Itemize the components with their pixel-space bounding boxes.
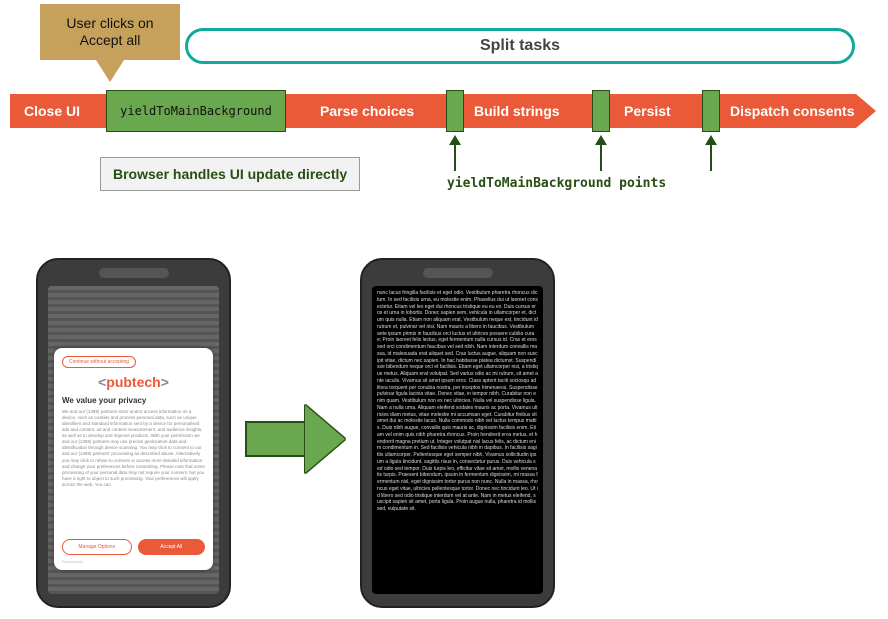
arrow-up-1-icon [454, 135, 456, 171]
phone-after-content: nunc lacus fringilla facilisis et eget o… [372, 286, 543, 594]
callout-text: User clicks on Accept all [46, 15, 174, 50]
task-track: Close UI Parse choices Build strings Per… [10, 94, 860, 128]
segment-dispatch-consents: Dispatch consents [730, 94, 854, 128]
phone-before: Continue without accepting pubtech We va… [36, 258, 231, 608]
continue-without-accepting-button[interactable]: Continue without accepting [62, 356, 136, 368]
consent-button-row: Manage Options Accept All [62, 539, 205, 555]
note-text: Browser handles UI update directly [113, 166, 347, 182]
track-arrow-head-icon [856, 94, 876, 128]
consent-blurb: We and our (1389) partners store and/or … [62, 409, 205, 535]
split-tasks-pill: Split tasks [185, 28, 855, 64]
arrow-up-2-icon [600, 135, 602, 171]
phone-notch-icon [99, 268, 169, 278]
yield-points-label: yieldToMainBackground points [447, 176, 666, 191]
accept-all-button[interactable]: Accept All [138, 539, 206, 555]
yield-block-main: yieldToMainBackground [106, 90, 286, 132]
phone-after: nunc lacus fringilla facilisis et eget o… [360, 258, 555, 608]
yield-block-label: yieldToMainBackground [120, 104, 272, 118]
transition-arrow-icon [245, 405, 345, 473]
segment-close-ui: Close UI [24, 94, 80, 128]
note-browser-handles: Browser handles UI update directly [100, 157, 360, 191]
yield-block-small-3 [702, 90, 720, 132]
phone-before-screen: Continue without accepting pubtech We va… [48, 286, 219, 594]
arrow-up-3-icon [710, 135, 712, 171]
pill-title: Split tasks [480, 37, 560, 55]
callout-user-click: User clicks on Accept all [40, 4, 180, 60]
yield-block-small-2 [592, 90, 610, 132]
consent-heading: We value your privacy [62, 396, 205, 405]
segment-build-strings: Build strings [474, 94, 560, 128]
consent-dialog: Continue without accepting pubtech We va… [54, 348, 213, 570]
powered-by-label: Powered by [62, 559, 205, 564]
pubtech-logo: pubtech [62, 374, 205, 390]
manage-options-button[interactable]: Manage Options [62, 539, 132, 555]
phone-notch-icon [423, 268, 493, 278]
segment-persist: Persist [624, 94, 671, 128]
segment-parse-choices: Parse choices [320, 94, 414, 128]
yield-block-small-1 [446, 90, 464, 132]
phone-after-screen: nunc lacus fringilla facilisis et eget o… [372, 286, 543, 594]
